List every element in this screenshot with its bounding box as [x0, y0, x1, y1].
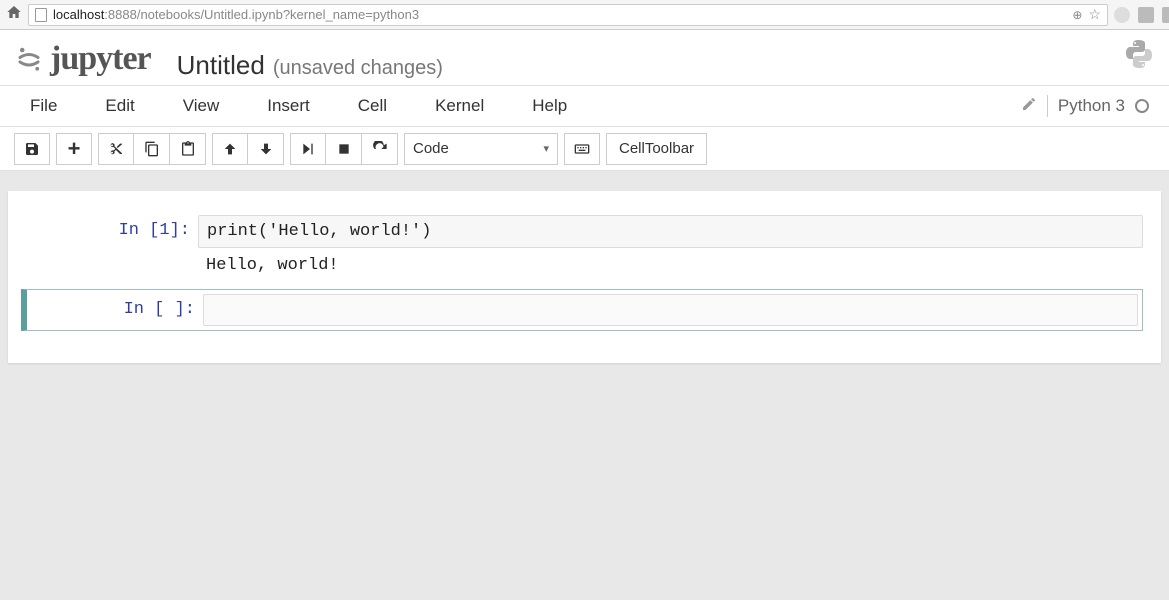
arrow-down-icon	[258, 141, 274, 157]
jupyter-logo[interactable]: jupyter	[14, 40, 151, 78]
code-input[interactable]: print('Hello, world!')	[198, 215, 1143, 248]
notebook-container: In [1]: print('Hello, world!') Hello, wo…	[8, 191, 1161, 363]
copy-button[interactable]	[134, 133, 170, 165]
edit-mode-icon[interactable]	[1021, 96, 1037, 117]
paste-button[interactable]	[170, 133, 206, 165]
scissors-icon	[108, 141, 124, 157]
celltype-select[interactable]: Code	[404, 133, 558, 165]
menu-edit[interactable]: Edit	[95, 92, 144, 120]
menubar: File Edit View Insert Cell Kernel Help P…	[0, 85, 1169, 127]
separator	[1047, 95, 1048, 117]
menu-view[interactable]: View	[173, 92, 230, 120]
jupyter-symbol-icon	[14, 44, 44, 74]
code-cell[interactable]: In [ ]:	[21, 289, 1143, 331]
add-cell-button[interactable]: +	[56, 133, 92, 165]
code-input[interactable]	[203, 294, 1138, 326]
code-cell[interactable]: In [1]: print('Hello, world!')	[26, 215, 1143, 248]
input-prompt: In [ ]:	[31, 294, 203, 326]
command-palette-button[interactable]	[564, 133, 600, 165]
menu-cell[interactable]: Cell	[348, 92, 397, 120]
copy-icon	[144, 141, 160, 157]
save-status: (unsaved changes)	[273, 57, 443, 80]
browser-bar: localhost:8888/notebooks/Untitled.ipynb?…	[0, 0, 1169, 30]
step-forward-icon	[300, 141, 316, 157]
bookmark-star-icon[interactable]: ☆	[1088, 6, 1101, 23]
cell-output: Hello, world!	[198, 252, 1143, 279]
refresh-icon	[372, 141, 388, 157]
jupyter-app: jupyter Untitled (unsaved changes) File …	[0, 30, 1169, 171]
home-icon[interactable]	[6, 4, 22, 25]
browser-extensions: ⋮	[1114, 5, 1169, 25]
kernel-name[interactable]: Python 3	[1058, 96, 1125, 116]
menu-file[interactable]: File	[20, 92, 67, 120]
output-row: Hello, world!	[26, 252, 1143, 279]
url-bar[interactable]: localhost:8888/notebooks/Untitled.ipynb?…	[28, 4, 1108, 26]
paste-icon	[180, 141, 196, 157]
arrow-up-icon	[222, 141, 238, 157]
celltoolbar-button[interactable]: CellToolbar	[606, 133, 707, 165]
ext-icon-2[interactable]	[1138, 7, 1154, 23]
stop-icon	[336, 141, 352, 157]
input-prompt: In [1]:	[26, 215, 198, 248]
menu-kernel[interactable]: Kernel	[425, 92, 494, 120]
kernel-status-icon	[1135, 99, 1149, 113]
interrupt-button[interactable]	[326, 133, 362, 165]
toolbar: +	[0, 127, 1169, 171]
celltype-value: Code	[413, 140, 449, 157]
run-button[interactable]	[290, 133, 326, 165]
python-logo-icon	[1123, 38, 1155, 70]
menu-insert[interactable]: Insert	[257, 92, 320, 120]
floppy-icon	[24, 141, 40, 157]
save-button[interactable]	[14, 133, 50, 165]
output-prompt	[26, 252, 198, 279]
keyboard-icon	[574, 141, 590, 157]
page-icon	[35, 8, 47, 22]
menu-help[interactable]: Help	[522, 92, 577, 120]
move-down-button[interactable]	[248, 133, 284, 165]
url-text: localhost:8888/notebooks/Untitled.ipynb?…	[53, 7, 1066, 22]
zoom-icon[interactable]: ⊕	[1072, 8, 1082, 22]
move-up-button[interactable]	[212, 133, 248, 165]
notebook-title[interactable]: Untitled	[177, 50, 265, 81]
ext-icon-3[interactable]	[1162, 7, 1169, 23]
restart-button[interactable]	[362, 133, 398, 165]
cut-button[interactable]	[98, 133, 134, 165]
notebook-header: jupyter Untitled (unsaved changes)	[0, 30, 1169, 85]
ext-icon-1[interactable]	[1114, 7, 1130, 23]
